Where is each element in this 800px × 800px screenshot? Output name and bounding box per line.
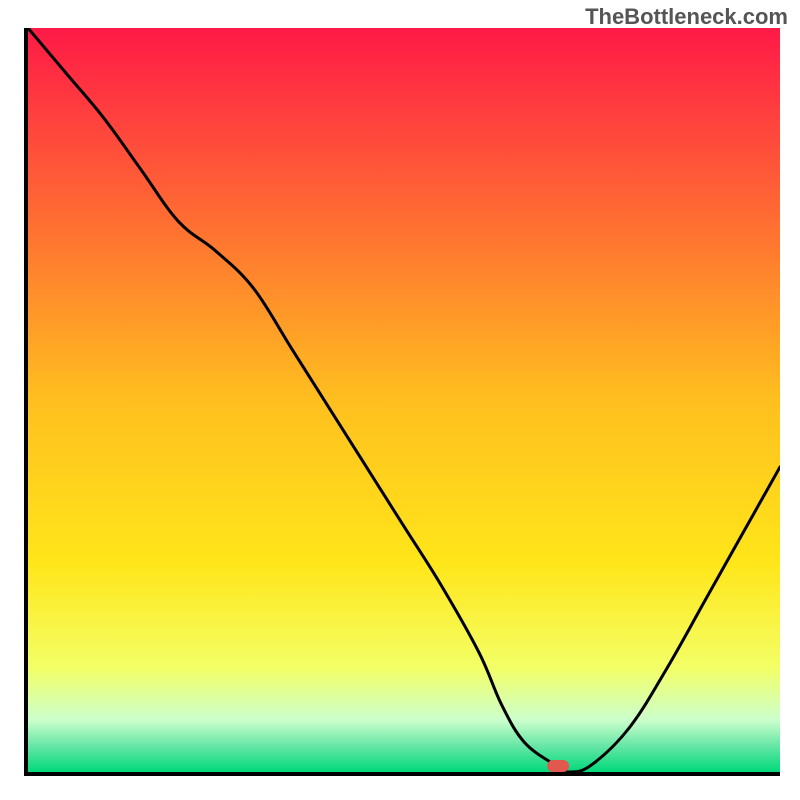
gradient-background: [28, 28, 780, 772]
chart-container: TheBottleneck.com: [0, 0, 800, 800]
watermark-text: TheBottleneck.com: [585, 4, 788, 30]
plot-area: [24, 28, 780, 776]
chart-svg: [24, 28, 780, 776]
x-axis-line: [24, 772, 780, 776]
optimal-point-marker: [547, 760, 569, 772]
y-axis-line: [24, 28, 28, 776]
